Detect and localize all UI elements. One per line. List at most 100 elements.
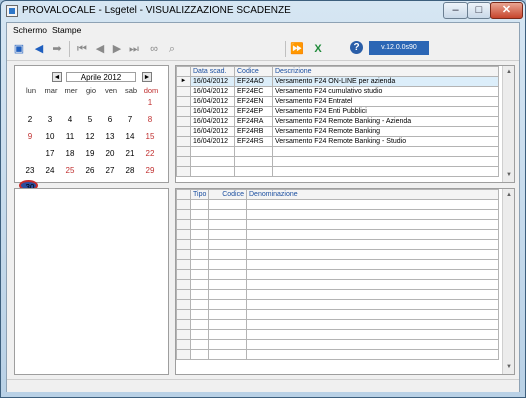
calendar-day[interactable]: 8 (140, 115, 160, 124)
details-scrollbar[interactable]: ▲ ▼ (502, 189, 514, 374)
cell-description[interactable]: Versamento F24 Remote Banking (272, 126, 499, 137)
calendar-day[interactable]: 12 (80, 132, 100, 141)
cell-codice[interactable] (208, 309, 247, 320)
calendar-day[interactable]: 4 (60, 115, 80, 124)
calendar-day[interactable]: 21 (120, 149, 140, 158)
cell-denominazione[interactable] (246, 299, 499, 310)
skip-icon[interactable]: ⏩ (290, 42, 304, 56)
cell-date[interactable] (190, 166, 235, 177)
cell-codice[interactable] (208, 289, 247, 300)
row-selector[interactable] (176, 96, 191, 107)
cell-description[interactable]: Versamento F24 Remote Banking - Azienda (272, 116, 499, 127)
table-row[interactable] (176, 319, 499, 330)
cell-codice[interactable] (208, 269, 247, 280)
cell-codice[interactable] (208, 329, 247, 340)
cell-denominazione[interactable] (246, 329, 499, 340)
zoom-icon[interactable]: ⌕ (165, 42, 179, 56)
cell-code[interactable]: EF24RB (234, 126, 273, 137)
cell-date[interactable]: 16/04/2012 (190, 76, 235, 87)
table-row[interactable] (176, 269, 499, 280)
calendar-day[interactable]: 5 (80, 115, 100, 124)
cell-tipo[interactable] (190, 289, 209, 300)
row-selector[interactable] (176, 349, 191, 360)
cell-tipo[interactable] (190, 239, 209, 250)
cell-denominazione[interactable] (246, 309, 499, 320)
binoculars-icon[interactable]: ∞ (147, 42, 161, 56)
cell-denominazione[interactable] (246, 279, 499, 290)
cell-date[interactable]: 16/04/2012 (190, 136, 235, 147)
calendar-day[interactable]: 20 (100, 149, 120, 158)
row-selector[interactable] (176, 279, 191, 290)
prev-month-button[interactable]: ◄ (52, 72, 62, 82)
scroll-up-icon[interactable]: ▲ (504, 67, 514, 77)
app-icon[interactable] (6, 5, 18, 17)
deadlines-scrollbar[interactable]: ▲ ▼ (502, 66, 514, 182)
cell-date[interactable]: 16/04/2012 (190, 106, 235, 117)
row-selector[interactable] (176, 199, 191, 210)
help-icon[interactable]: ? (350, 41, 363, 54)
cell-code[interactable]: EF24EC (234, 86, 273, 97)
row-selector[interactable] (176, 229, 191, 240)
cell-codice[interactable] (208, 209, 247, 220)
table-row[interactable] (176, 199, 499, 210)
calendar-day[interactable]: 22 (140, 149, 160, 158)
last-icon[interactable]: ⏭ (127, 42, 141, 56)
cell-codice[interactable] (208, 299, 247, 310)
cell-date[interactable]: 16/04/2012 (190, 116, 235, 127)
cell-denominazione[interactable] (246, 239, 499, 250)
row-selector[interactable] (176, 146, 191, 157)
calendar-day[interactable]: 23 (20, 166, 40, 175)
calendar-day[interactable]: 1 (140, 98, 160, 107)
prev-icon[interactable]: ◀ (93, 42, 107, 56)
cell-denominazione[interactable] (246, 259, 499, 270)
calendar-day[interactable]: 7 (120, 115, 140, 124)
cell-date[interactable]: 16/04/2012 (190, 86, 235, 97)
calendar-day[interactable]: 29 (140, 166, 160, 175)
cell-tipo[interactable] (190, 209, 209, 220)
cell-codice[interactable] (208, 339, 247, 350)
cell-code[interactable] (234, 156, 273, 167)
calendar-day[interactable]: 15 (140, 132, 160, 141)
row-selector[interactable] (176, 329, 191, 340)
cell-denominazione[interactable] (246, 289, 499, 300)
cell-code[interactable]: EF24AO (234, 76, 273, 87)
cell-description[interactable]: Versamento F24 ON-LINE per azienda (272, 76, 499, 87)
table-row[interactable]: 16/04/2012 EF24RB Versamento F24 Remote Ba… (176, 126, 499, 137)
calendar-day[interactable]: 11 (60, 132, 80, 141)
cell-tipo[interactable] (190, 329, 209, 340)
save-icon[interactable]: ▣ (12, 42, 26, 56)
title-bar[interactable]: PROVALOCALE - Lsgetel - VISUALIZZAZIONE … (1, 1, 525, 22)
table-row[interactable] (176, 166, 499, 177)
table-row[interactable] (176, 146, 499, 157)
table-row[interactable] (176, 299, 499, 310)
row-selector[interactable] (176, 106, 191, 117)
row-selector[interactable] (176, 269, 191, 280)
calendar-day[interactable]: 10 (40, 132, 60, 141)
cell-tipo[interactable] (190, 319, 209, 330)
cell-code[interactable]: EF24RA (234, 116, 273, 127)
table-row[interactable] (176, 289, 499, 300)
calendar-day[interactable]: 9 (20, 132, 40, 141)
cell-codice[interactable] (208, 279, 247, 290)
cell-denominazione[interactable] (246, 209, 499, 220)
table-row[interactable] (176, 156, 499, 167)
cell-date[interactable] (190, 156, 235, 167)
column-header-codice[interactable]: Codice (208, 189, 247, 200)
calendar-day[interactable]: 27 (100, 166, 120, 175)
calendar-day[interactable]: 2 (20, 115, 40, 124)
table-row[interactable] (176, 239, 499, 250)
cell-description[interactable]: Versamento F24 Entratel (272, 96, 499, 107)
table-row[interactable]: 16/04/2012 EF24RA Versamento F24 Remote Ba… (176, 116, 499, 127)
forward-arrow-icon[interactable]: ➡ (50, 42, 64, 56)
calendar-day[interactable]: 14 (120, 132, 140, 141)
cell-tipo[interactable] (190, 279, 209, 290)
column-header-data-scad[interactable]: Data scad. (190, 66, 235, 77)
calendar-day[interactable]: 19 (80, 149, 100, 158)
cell-date[interactable]: 16/04/2012 (190, 126, 235, 137)
row-selector[interactable] (176, 249, 191, 260)
table-row[interactable] (176, 259, 499, 270)
row-selector[interactable] (176, 219, 191, 230)
table-row[interactable] (176, 229, 499, 240)
table-row[interactable] (176, 349, 499, 360)
row-selector[interactable] (176, 299, 191, 310)
